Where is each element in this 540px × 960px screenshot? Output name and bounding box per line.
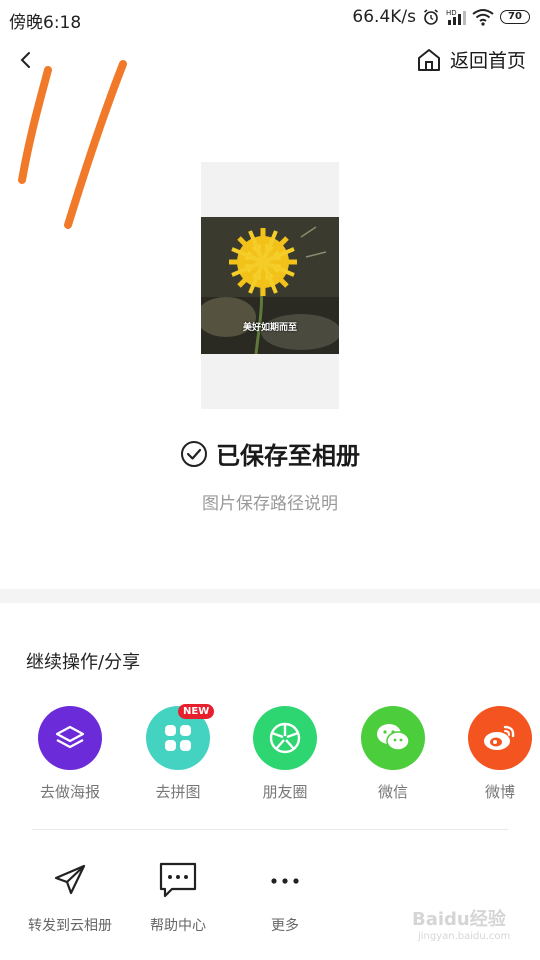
svg-text:HD: HD: [446, 9, 457, 17]
share-label: 微博: [484, 783, 515, 801]
saved-status: 已保存至相册: [0, 436, 540, 471]
share-item-collage[interactable]: NEW 去拼图: [128, 704, 228, 802]
status-bar: 傍晚6:18 66.4K/s HD 70: [0, 0, 540, 36]
wifi-icon: [472, 9, 494, 26]
more-icon: [271, 878, 299, 884]
share-section-title: 继续操作/分享: [26, 652, 141, 673]
section-divider: [0, 589, 540, 603]
status-time: 傍晚6:18: [9, 13, 82, 33]
status-right: 66.4K/s HD 70: [352, 7, 530, 27]
weibo-icon: [468, 706, 532, 770]
share-row: 去做海报 NEW 去拼图 朋友圈 微信 微博: [0, 704, 540, 806]
saved-title: 已保存至相册: [216, 442, 360, 470]
send-icon: [54, 864, 86, 895]
annotation-scribble: [18, 60, 127, 229]
home-icon: [417, 48, 440, 71]
divider-line: [32, 829, 508, 830]
message-icon: [159, 862, 197, 898]
share-label: 微信: [377, 783, 408, 801]
home-label: 返回首页: [449, 50, 526, 72]
wechat-icon: [361, 706, 425, 770]
share-label: 去拼图: [155, 783, 201, 801]
watermark-url: jingyan.baidu.com: [418, 931, 511, 942]
forward-cloud-album-button[interactable]: 转发到云相册: [15, 860, 125, 935]
share-item-wechat[interactable]: 微信: [343, 706, 443, 802]
more-button[interactable]: 更多: [230, 860, 340, 935]
dandelion-photo: [201, 217, 339, 354]
save-path-link[interactable]: 图片保存路径说明: [0, 489, 540, 514]
share-item-poster[interactable]: 去做海报: [20, 706, 120, 802]
alarm-icon: [424, 9, 438, 25]
moments-icon: [253, 706, 317, 770]
home-button[interactable]: 返回首页: [416, 46, 526, 73]
watermark-text: Baidu经验: [412, 909, 506, 930]
share-item-moments[interactable]: 朋友圈: [235, 706, 335, 802]
help-center-button[interactable]: 帮助中心: [123, 860, 233, 935]
share-item-weibo[interactable]: 微博: [450, 706, 540, 802]
new-badge: NEW: [178, 704, 215, 719]
signal-icon: HD: [446, 9, 466, 25]
chevron-left-icon[interactable]: [14, 48, 38, 72]
battery-icon: 70: [500, 10, 530, 24]
network-speed: 66.4K/s: [352, 7, 416, 27]
layers-icon: [38, 706, 102, 770]
tool-label: 更多: [271, 918, 299, 934]
photo-caption: 美好如期而至: [242, 323, 297, 333]
baidu-watermark: Baidu经验 jingyan.baidu.com: [412, 905, 512, 951]
share-label: 朋友圈: [262, 783, 308, 801]
tool-label: 帮助中心: [150, 918, 206, 934]
preview-photo[interactable]: 美好如期而至: [201, 217, 339, 354]
share-label: 去做海报: [39, 783, 100, 801]
tool-label: 转发到云相册: [28, 918, 112, 934]
check-circle-icon: [181, 440, 207, 467]
